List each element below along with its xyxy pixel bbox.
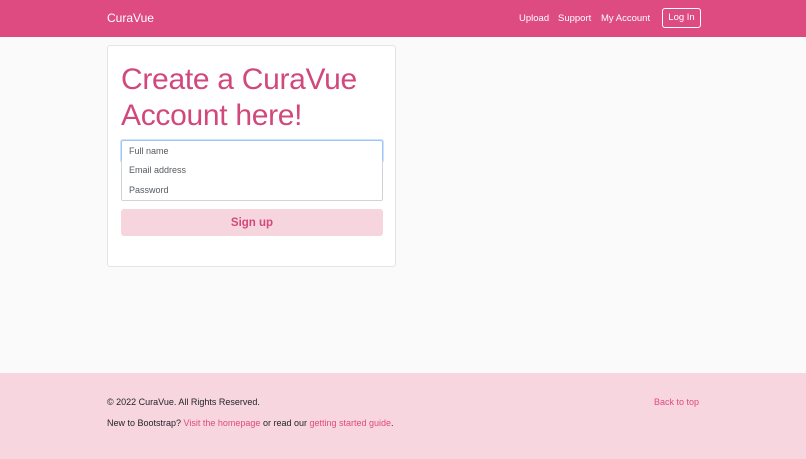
- page-title: Create a CuraVue Account here!: [121, 63, 357, 132]
- password-field[interactable]: [121, 180, 383, 201]
- footer-prefix-text: New to Bootstrap?: [107, 418, 184, 428]
- footer-suffix-text: .: [391, 418, 394, 428]
- sign-up-button[interactable]: Sign up: [121, 209, 383, 236]
- login-button[interactable]: Log In: [662, 8, 701, 28]
- nav-link-support[interactable]: Support: [558, 13, 591, 24]
- back-to-top-link[interactable]: Back to top: [654, 397, 699, 407]
- full-name-field[interactable]: [121, 140, 383, 161]
- signup-card: Create a CuraVue Account here! Sign up: [107, 45, 396, 267]
- copyright-text: © 2022 CuraVue. All Rights Reserved.: [107, 397, 260, 407]
- nav-link-my-account[interactable]: My Account: [601, 13, 650, 24]
- homepage-link[interactable]: Visit the homepage: [184, 418, 261, 428]
- brand-logo-link[interactable]: CuraVue: [107, 11, 154, 25]
- top-navbar: CuraVue Upload Support My Account Log In: [0, 0, 806, 37]
- footer-middle-text: or read our: [260, 418, 310, 428]
- page-footer: © 2022 CuraVue. All Rights Reserved. Bac…: [0, 373, 806, 459]
- footer-info-text: New to Bootstrap? Visit the homepage or …: [107, 418, 394, 428]
- nav-link-upload[interactable]: Upload: [519, 13, 549, 24]
- email-field[interactable]: [121, 160, 383, 181]
- getting-started-guide-link[interactable]: getting started guide: [309, 418, 391, 428]
